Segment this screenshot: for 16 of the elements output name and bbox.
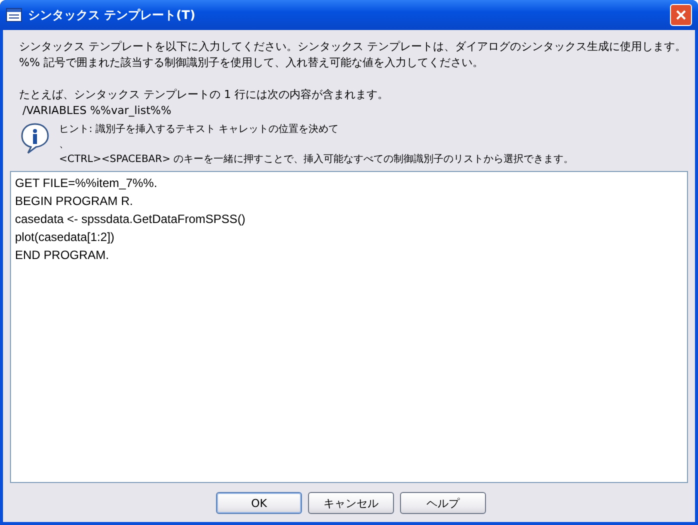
hint-text: ヒント: 識別子を挿入するテキスト キャレットの位置を決めて — [59, 122, 340, 137]
close-button[interactable] — [670, 4, 692, 26]
info-icon — [19, 122, 51, 154]
syntax-editor[interactable]: GET FILE=%%item_7%%. BEGIN PROGRAM R. casedata <- spssdata.GetDataFromSPSS() plot(casedata[1:2]) END PROGRAM. — [10, 171, 688, 483]
window-title: シンタックス テンプレート(T) — [28, 6, 196, 24]
example-text: /VARIABLES %%var_list%% — [21, 103, 172, 119]
instruction-text: %% 記号で囲まれた該当する制御識別子を使用して、入れ替え可能な値を入力してください。 — [18, 55, 484, 71]
hint-text: <CTRL><SPACEBAR> のキーを一緒に押すことで、挿入可能なすべての制御識別子のリストから選択できます。 — [59, 152, 574, 167]
dialog-button[interactable]: キャンセル — [308, 492, 394, 514]
dialog-button[interactable]: OK — [216, 492, 302, 514]
window-icon — [6, 8, 22, 22]
instruction-text: シンタックス テンプレートを以下に入力してください。シンタックス テンプレートは、ダイアログのシンタックス生成に使用します。 — [18, 39, 687, 55]
dialog-button[interactable]: ヘルプ — [400, 492, 486, 514]
close-icon — [675, 9, 687, 21]
hint-text: 、 — [59, 138, 70, 152]
example-text: たとえば、シンタックス テンプレートの 1 行には次の内容が含まれます。 — [18, 87, 390, 103]
